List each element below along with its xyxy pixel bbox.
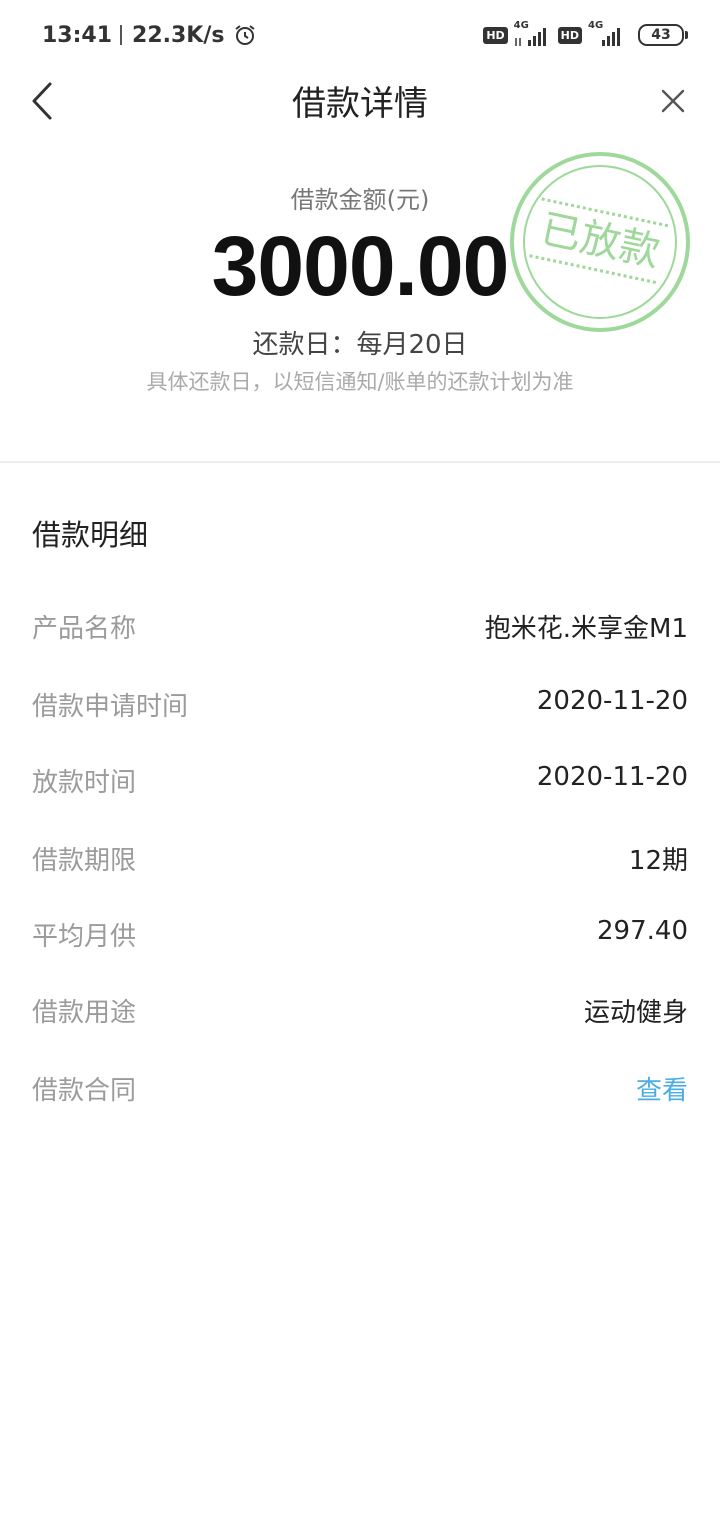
hd-badge-2: HD	[557, 26, 582, 44]
view-contract-link[interactable]: 查看	[636, 1070, 688, 1107]
detail-label: 平均月供	[32, 922, 137, 952]
detail-value: 抱米花.米享金M1	[484, 614, 688, 644]
detail-row-term: 借款期限 12期	[32, 840, 688, 880]
detail-label: 借款用途	[32, 998, 137, 1028]
detail-row-monthly-payment: 平均月供 297.40	[32, 916, 688, 956]
status-bar: 13:41 22.3K/s HD 4G HD 4G 43	[0, 0, 720, 70]
network-type-1: 4G	[513, 20, 529, 31]
detail-row-contract: 借款合同 查看	[32, 1070, 688, 1110]
status-left: 13:41 22.3K/s	[42, 20, 257, 50]
status-separator	[120, 25, 123, 45]
detail-value: 2020-11-20	[536, 762, 688, 792]
hd-badge-1: HD	[483, 26, 508, 44]
detail-label: 借款合同	[32, 1076, 137, 1106]
nav-bar: 借款详情	[0, 70, 720, 130]
stamp-text: 已放款	[537, 206, 664, 276]
detail-label: 借款期限	[32, 846, 137, 876]
detail-row-disburse-time: 放款时间 2020-11-20	[32, 762, 688, 802]
network-type-2: 4G	[588, 20, 604, 31]
disbursed-stamp: 已放款	[510, 152, 690, 332]
detail-value: 运动健身	[583, 998, 688, 1028]
detail-label: 产品名称	[32, 614, 137, 644]
page-title: 借款详情	[292, 84, 428, 124]
network-speed: 22.3K/s	[132, 22, 225, 48]
detail-value: 12期	[628, 846, 688, 876]
clock: 13:41	[42, 22, 113, 48]
close-icon[interactable]	[658, 86, 688, 116]
detail-label: 放款时间	[32, 768, 137, 798]
detail-row-purpose: 借款用途 运动健身	[32, 992, 688, 1032]
battery-icon: 43	[638, 24, 688, 46]
detail-value: 297.40	[597, 916, 688, 946]
status-right: HD 4G HD 4G 43	[483, 20, 688, 50]
repay-note: 具体还款日，以短信通知/账单的还款计划为准	[146, 370, 574, 394]
section-divider	[0, 461, 720, 463]
signal-icon-1: 4G	[513, 20, 552, 48]
alarm-icon	[234, 25, 255, 45]
signal-icon-2: 4G	[588, 20, 626, 48]
detail-value: 2020-11-20	[536, 686, 688, 716]
details-title: 借款明细	[32, 518, 149, 552]
detail-label: 借款申请时间	[32, 692, 189, 722]
detail-row-apply-time: 借款申请时间 2020-11-20	[32, 686, 688, 726]
detail-row-product-name: 产品名称 抱米花.米享金M1	[32, 608, 688, 648]
